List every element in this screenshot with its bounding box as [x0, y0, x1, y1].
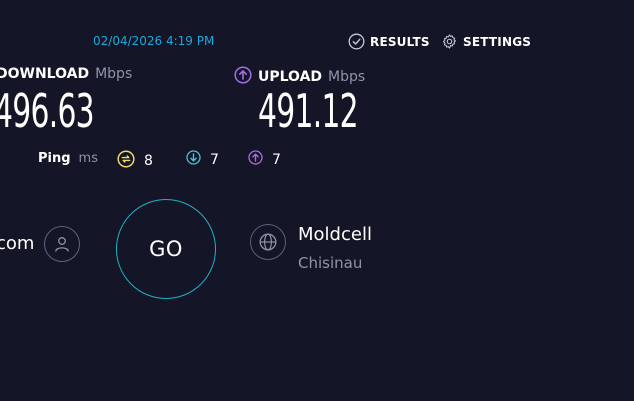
upload-speed-value: 491.12	[258, 84, 359, 138]
results-label: RESULTS	[370, 34, 430, 49]
ping-unit: ms	[78, 151, 98, 166]
download-speed-value: 496.63	[0, 84, 95, 138]
upload-latency: 7	[248, 150, 281, 169]
ping-label: Ping	[38, 151, 71, 166]
user-icon[interactable]	[44, 226, 80, 262]
download-unit: Mbps	[95, 66, 133, 82]
download-heading: DOWNLOAD Mbps	[0, 66, 132, 82]
upload-label: UPLOAD	[258, 69, 323, 85]
upload-unit: Mbps	[328, 69, 366, 85]
server-name[interactable]: Moldcell	[298, 224, 372, 245]
download-latency: 7	[186, 150, 219, 169]
arrow-down-circle-icon	[186, 150, 201, 169]
upload-arrow-icon	[234, 66, 252, 88]
upload-latency-value: 7	[272, 151, 281, 168]
idle-latency: 8	[117, 150, 153, 172]
settings-link[interactable]: SETTINGS	[441, 33, 531, 50]
ping-heading: Ping ms	[38, 151, 98, 166]
host-name[interactable]: com	[0, 233, 34, 254]
idle-latency-icon	[117, 150, 135, 172]
download-label: DOWNLOAD	[0, 66, 90, 82]
settings-label: SETTINGS	[463, 34, 532, 49]
gear-icon	[441, 33, 458, 50]
result-timestamp: 02/04/2026 4:19 PM	[93, 34, 215, 48]
go-button[interactable]: GO	[116, 199, 216, 299]
arrow-up-circle-icon	[248, 150, 263, 169]
idle-latency-value: 8	[144, 153, 153, 169]
download-latency-value: 7	[210, 151, 219, 168]
results-link[interactable]: RESULTS	[348, 33, 430, 50]
server-location: Chisinau	[298, 254, 363, 272]
globe-icon[interactable]	[250, 224, 286, 260]
go-button-label: GO	[149, 237, 183, 261]
check-circle-icon	[348, 33, 365, 50]
